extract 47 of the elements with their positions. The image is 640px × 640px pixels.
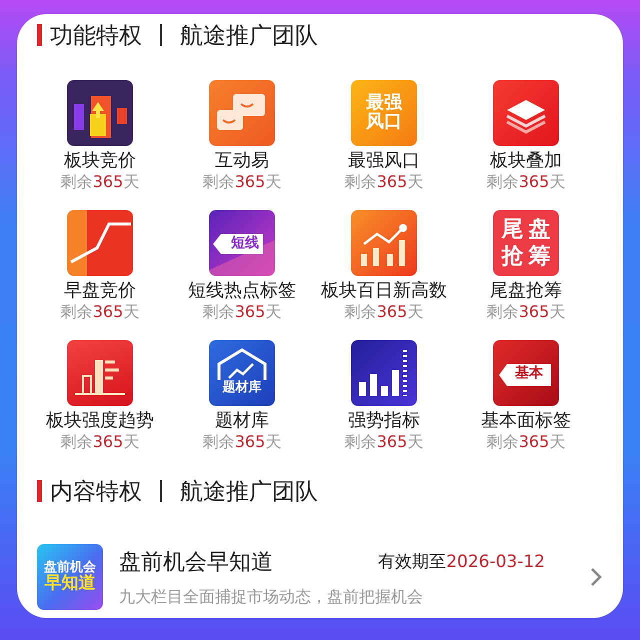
feature-icon: [493, 80, 559, 146]
remaining-days: 剩余365天: [486, 302, 566, 322]
team-name: 航途推广团队: [180, 22, 318, 50]
remaining-days: 剩余365天: [486, 172, 566, 192]
content-title[interactable]: 盘前机会早知道: [119, 546, 273, 576]
remaining-days: 剩余365天: [60, 432, 140, 452]
remaining-days: 剩余365天: [486, 432, 566, 452]
section-marker: [37, 24, 42, 46]
feature-icon: 最强 风口: [351, 80, 417, 146]
feature-icon: [351, 210, 417, 276]
remaining-days: 剩余365天: [344, 432, 424, 452]
section-title: 功能特权: [50, 22, 142, 50]
feature-name[interactable]: 早盘竞价: [64, 280, 136, 302]
feature-icon: [351, 340, 417, 406]
feature-name[interactable]: 尾盘抢筹: [490, 280, 562, 302]
team-name: 航途推广团队: [180, 478, 318, 506]
feature-icon: 短线: [209, 210, 275, 276]
feature-name[interactable]: 板块强度趋势: [46, 410, 154, 432]
validity-date: 有效期至2026-03-12: [378, 551, 545, 573]
remaining-days: 剩余365天: [60, 302, 140, 322]
feature-icon: [67, 210, 133, 276]
feature-icon: 题材库: [209, 340, 275, 406]
section-marker: [37, 480, 42, 502]
feature-icon: 尾 盘 抢 筹: [493, 210, 559, 276]
feature-icon: [67, 340, 133, 406]
feature-name[interactable]: 题材库: [215, 410, 269, 432]
remaining-days: 剩余365天: [344, 302, 424, 322]
feature-name[interactable]: 板块叠加: [490, 150, 562, 172]
remaining-days: 剩余365天: [202, 172, 282, 192]
feature-name[interactable]: 最强风口: [348, 150, 420, 172]
remaining-days: 剩余365天: [202, 432, 282, 452]
feature-name[interactable]: 短线热点标签: [188, 280, 296, 302]
section-title: 内容特权: [50, 478, 142, 506]
feature-icon: [67, 80, 133, 146]
feature-name[interactable]: 强势指标: [348, 410, 420, 432]
feature-name[interactable]: 板块竞价: [64, 150, 136, 172]
content-description: 九大栏目全面捕捉市场动态，盘前把握机会: [119, 586, 424, 608]
feature-name[interactable]: 基本面标签: [481, 410, 571, 432]
feature-icon: [209, 80, 275, 146]
chevron-right-icon[interactable]: [589, 566, 603, 588]
feature-icon: 基本: [493, 340, 559, 406]
feature-name[interactable]: 互动易: [215, 150, 269, 172]
feature-name[interactable]: 板块百日新高数: [321, 280, 447, 302]
remaining-days: 剩余365天: [202, 302, 282, 322]
remaining-days: 剩余365天: [344, 172, 424, 192]
remaining-days: 剩余365天: [60, 172, 140, 192]
content-icon: 盘前机会 早知道: [37, 544, 103, 610]
